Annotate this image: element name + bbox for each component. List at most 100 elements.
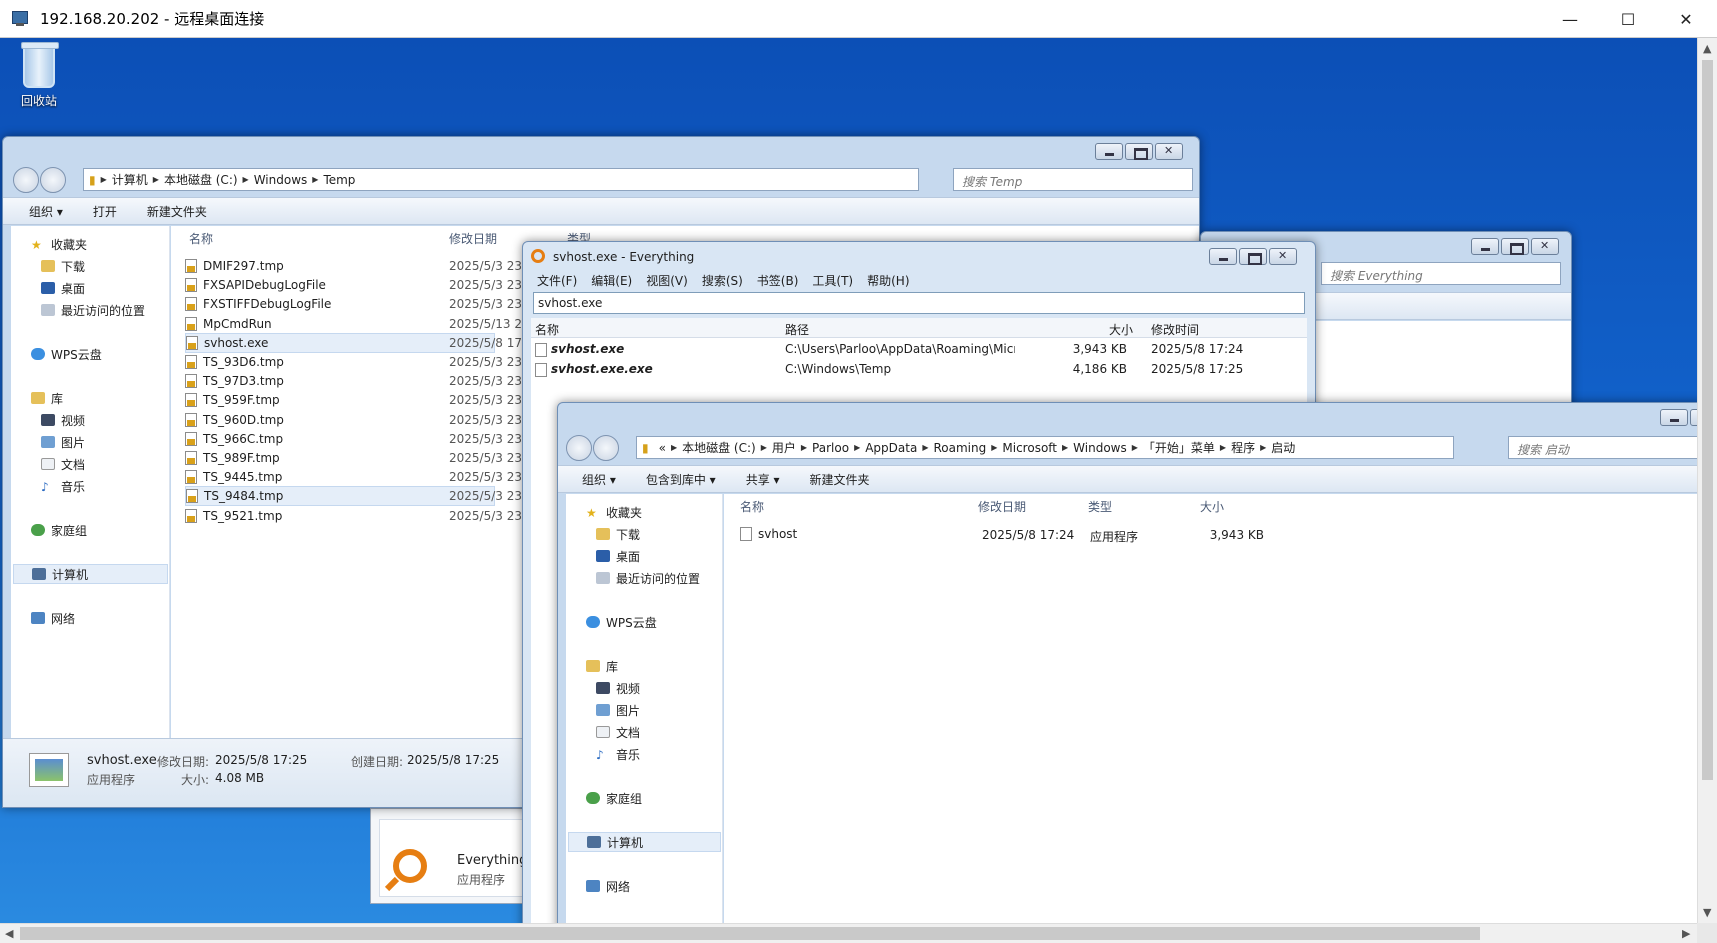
recycle-bin[interactable]: 回收站 — [14, 42, 64, 109]
forward-button[interactable] — [40, 167, 66, 193]
crumb[interactable]: 启动 — [1271, 439, 1295, 456]
everything-minimize-button[interactable] — [1209, 248, 1237, 265]
nav-homegroup[interactable]: 家庭组 — [586, 788, 642, 808]
startup-back-button[interactable] — [566, 435, 592, 461]
crumb[interactable]: « — [659, 441, 666, 455]
startup-forward-button[interactable] — [593, 435, 619, 461]
temp-maximize-button[interactable] — [1125, 143, 1153, 160]
startup-search-input[interactable]: 搜索 启动 — [1508, 436, 1697, 459]
open-button[interactable]: 打开 — [93, 203, 117, 220]
taskbar-thumbnail[interactable]: Everything 应用程序 — [370, 808, 540, 904]
nav-documents[interactable]: 文档 — [596, 722, 640, 742]
crumb[interactable]: Parloo — [812, 441, 849, 455]
nav-videos[interactable]: 视频 — [596, 678, 640, 698]
new-folder-button[interactable]: 新建文件夹 — [147, 203, 207, 220]
crumb[interactable]: 计算机 — [112, 171, 148, 188]
menu-file[interactable]: 文件(F) — [537, 272, 577, 289]
nav-pictures[interactable]: 图片 — [41, 432, 85, 452]
col-name[interactable]: 名称 — [189, 226, 213, 250]
nav-documents[interactable]: 文档 — [41, 454, 85, 474]
temp-minimize-button[interactable] — [1095, 143, 1123, 160]
crumb[interactable]: Roaming — [933, 441, 986, 455]
menu-tools[interactable]: 工具(T) — [812, 272, 853, 289]
back-minimize-button[interactable] — [1471, 238, 1499, 255]
nav-desktop[interactable]: 桌面 — [41, 278, 85, 298]
nav-recent[interactable]: 最近访问的位置 — [41, 300, 145, 320]
nav-wps[interactable]: WPS云盘 — [586, 612, 657, 632]
crumb[interactable]: Windows — [254, 173, 308, 187]
everything-maximize-button[interactable] — [1239, 248, 1267, 265]
ev-col-size[interactable]: 大小 — [1109, 321, 1133, 338]
crumb[interactable]: 本地磁盘 (C:) — [682, 439, 756, 456]
crumb[interactable]: Microsoft — [1002, 441, 1057, 455]
crumb[interactable]: Windows — [1073, 441, 1127, 455]
crumb[interactable]: 程序 — [1231, 439, 1255, 456]
rdp-horizontal-scrollbar[interactable]: ◀ ▶ — [0, 923, 1697, 943]
organize-button[interactable]: 组织 ▾ — [582, 471, 616, 488]
startup-minimize-button[interactable] — [1660, 409, 1688, 426]
new-folder-button[interactable]: 新建文件夹 — [810, 471, 870, 488]
nav-recent[interactable]: 最近访问的位置 — [596, 568, 700, 588]
nav-videos[interactable]: 视频 — [41, 410, 85, 430]
rdp-minimize-button[interactable]: — — [1541, 0, 1599, 38]
nav-network[interactable]: 网络 — [586, 876, 630, 896]
rdp-maximize-button[interactable]: ☐ — [1599, 0, 1657, 38]
temp-close-button[interactable] — [1155, 143, 1183, 160]
crumb[interactable]: Temp — [323, 173, 355, 187]
file-name: TS_960D.tmp — [203, 412, 284, 427]
nav-libraries[interactable]: 库 — [586, 656, 618, 676]
share-button[interactable]: 共享 ▾ — [746, 471, 780, 488]
temp-search-input[interactable]: 搜索 Temp — [953, 168, 1193, 191]
back-maximize-button[interactable] — [1501, 238, 1529, 255]
rdp-vertical-scrollbar[interactable]: ▲ ▼ — [1697, 38, 1717, 923]
menu-edit[interactable]: 编辑(E) — [591, 272, 632, 289]
col-type[interactable]: 类型 — [1088, 494, 1112, 518]
recycle-bin-label: 回收站 — [20, 94, 57, 108]
exe-icon — [740, 527, 752, 541]
include-library-button[interactable]: 包含到库中 ▾ — [646, 471, 716, 488]
col-size[interactable]: 大小 — [1200, 494, 1224, 518]
nav-downloads[interactable]: 下载 — [596, 524, 640, 544]
nav-wps[interactable]: WPS云盘 — [31, 344, 102, 364]
back-button[interactable] — [13, 167, 39, 193]
ev-col-modified[interactable]: 修改时间 — [1151, 321, 1199, 338]
explorer-startup-window[interactable]: ▮ « ▶ 本地磁盘 (C:) ▶ 用户 ▶ Parloo ▶ AppData ▶ Roa… — [557, 402, 1697, 923]
startup-maximize-button[interactable] — [1690, 409, 1697, 426]
col-modified[interactable]: 修改日期 — [978, 494, 1026, 518]
menu-bookmarks[interactable]: 书签(B) — [757, 272, 799, 289]
nav-pictures[interactable]: 图片 — [596, 700, 640, 720]
nav-network[interactable]: 网络 — [31, 608, 75, 628]
nav-homegroup[interactable]: 家庭组 — [31, 520, 87, 540]
col-name[interactable]: 名称 — [740, 494, 764, 518]
col-modified[interactable]: 修改日期 — [449, 226, 497, 250]
temp-address-bar[interactable]: ▮ ▶ 计算机 ▶ 本地磁盘 (C:) ▶ Windows ▶ Temp — [83, 168, 919, 191]
ev-col-path[interactable]: 路径 — [785, 321, 809, 338]
cloud-icon — [586, 616, 600, 628]
menu-view[interactable]: 视图(V) — [646, 272, 688, 289]
nav-computer[interactable]: 计算机 — [13, 564, 168, 584]
nav-favorites[interactable]: ★ 收藏夹 — [586, 502, 642, 522]
rdp-close-button[interactable]: ✕ — [1657, 0, 1715, 38]
back-close-button[interactable] — [1531, 238, 1559, 255]
crumb[interactable]: AppData — [865, 441, 917, 455]
everything-close-button[interactable] — [1269, 248, 1297, 265]
organize-button[interactable]: 组织 ▾ — [29, 203, 63, 220]
nav-music[interactable]: ♪ 音乐 — [596, 744, 640, 764]
menu-search[interactable]: 搜索(S) — [702, 272, 743, 289]
crumb[interactable]: 本地磁盘 (C:) — [164, 171, 238, 188]
crumb[interactable]: 用户 — [772, 439, 796, 456]
startup-address-bar[interactable]: ▮ « ▶ 本地磁盘 (C:) ▶ 用户 ▶ Parloo ▶ AppData ▶ Roa… — [636, 436, 1454, 459]
everything-back-search[interactable]: 搜索 Everything — [1321, 262, 1561, 285]
nav-favorites[interactable]: ★ 收藏夹 — [31, 234, 87, 254]
nav-libraries[interactable]: 库 — [31, 388, 63, 408]
nav-downloads[interactable]: 下载 — [41, 256, 85, 276]
crumb[interactable]: 「开始」菜单 — [1143, 439, 1215, 456]
nav-desktop[interactable]: 桌面 — [596, 546, 640, 566]
menu-help[interactable]: 帮助(H) — [867, 272, 909, 289]
nav-computer[interactable]: 计算机 — [568, 832, 721, 852]
nav-music[interactable]: ♪ 音乐 — [41, 476, 85, 496]
everything-search-input[interactable]: svhost.exe — [533, 292, 1305, 314]
ev-col-name[interactable]: 名称 — [535, 321, 559, 338]
everything-menubar: 文件(F) 编辑(E) 视图(V) 搜索(S) 书签(B) 工具(T) 帮助(H… — [537, 272, 910, 289]
file-row-svhost[interactable]: svhost — [740, 524, 797, 544]
